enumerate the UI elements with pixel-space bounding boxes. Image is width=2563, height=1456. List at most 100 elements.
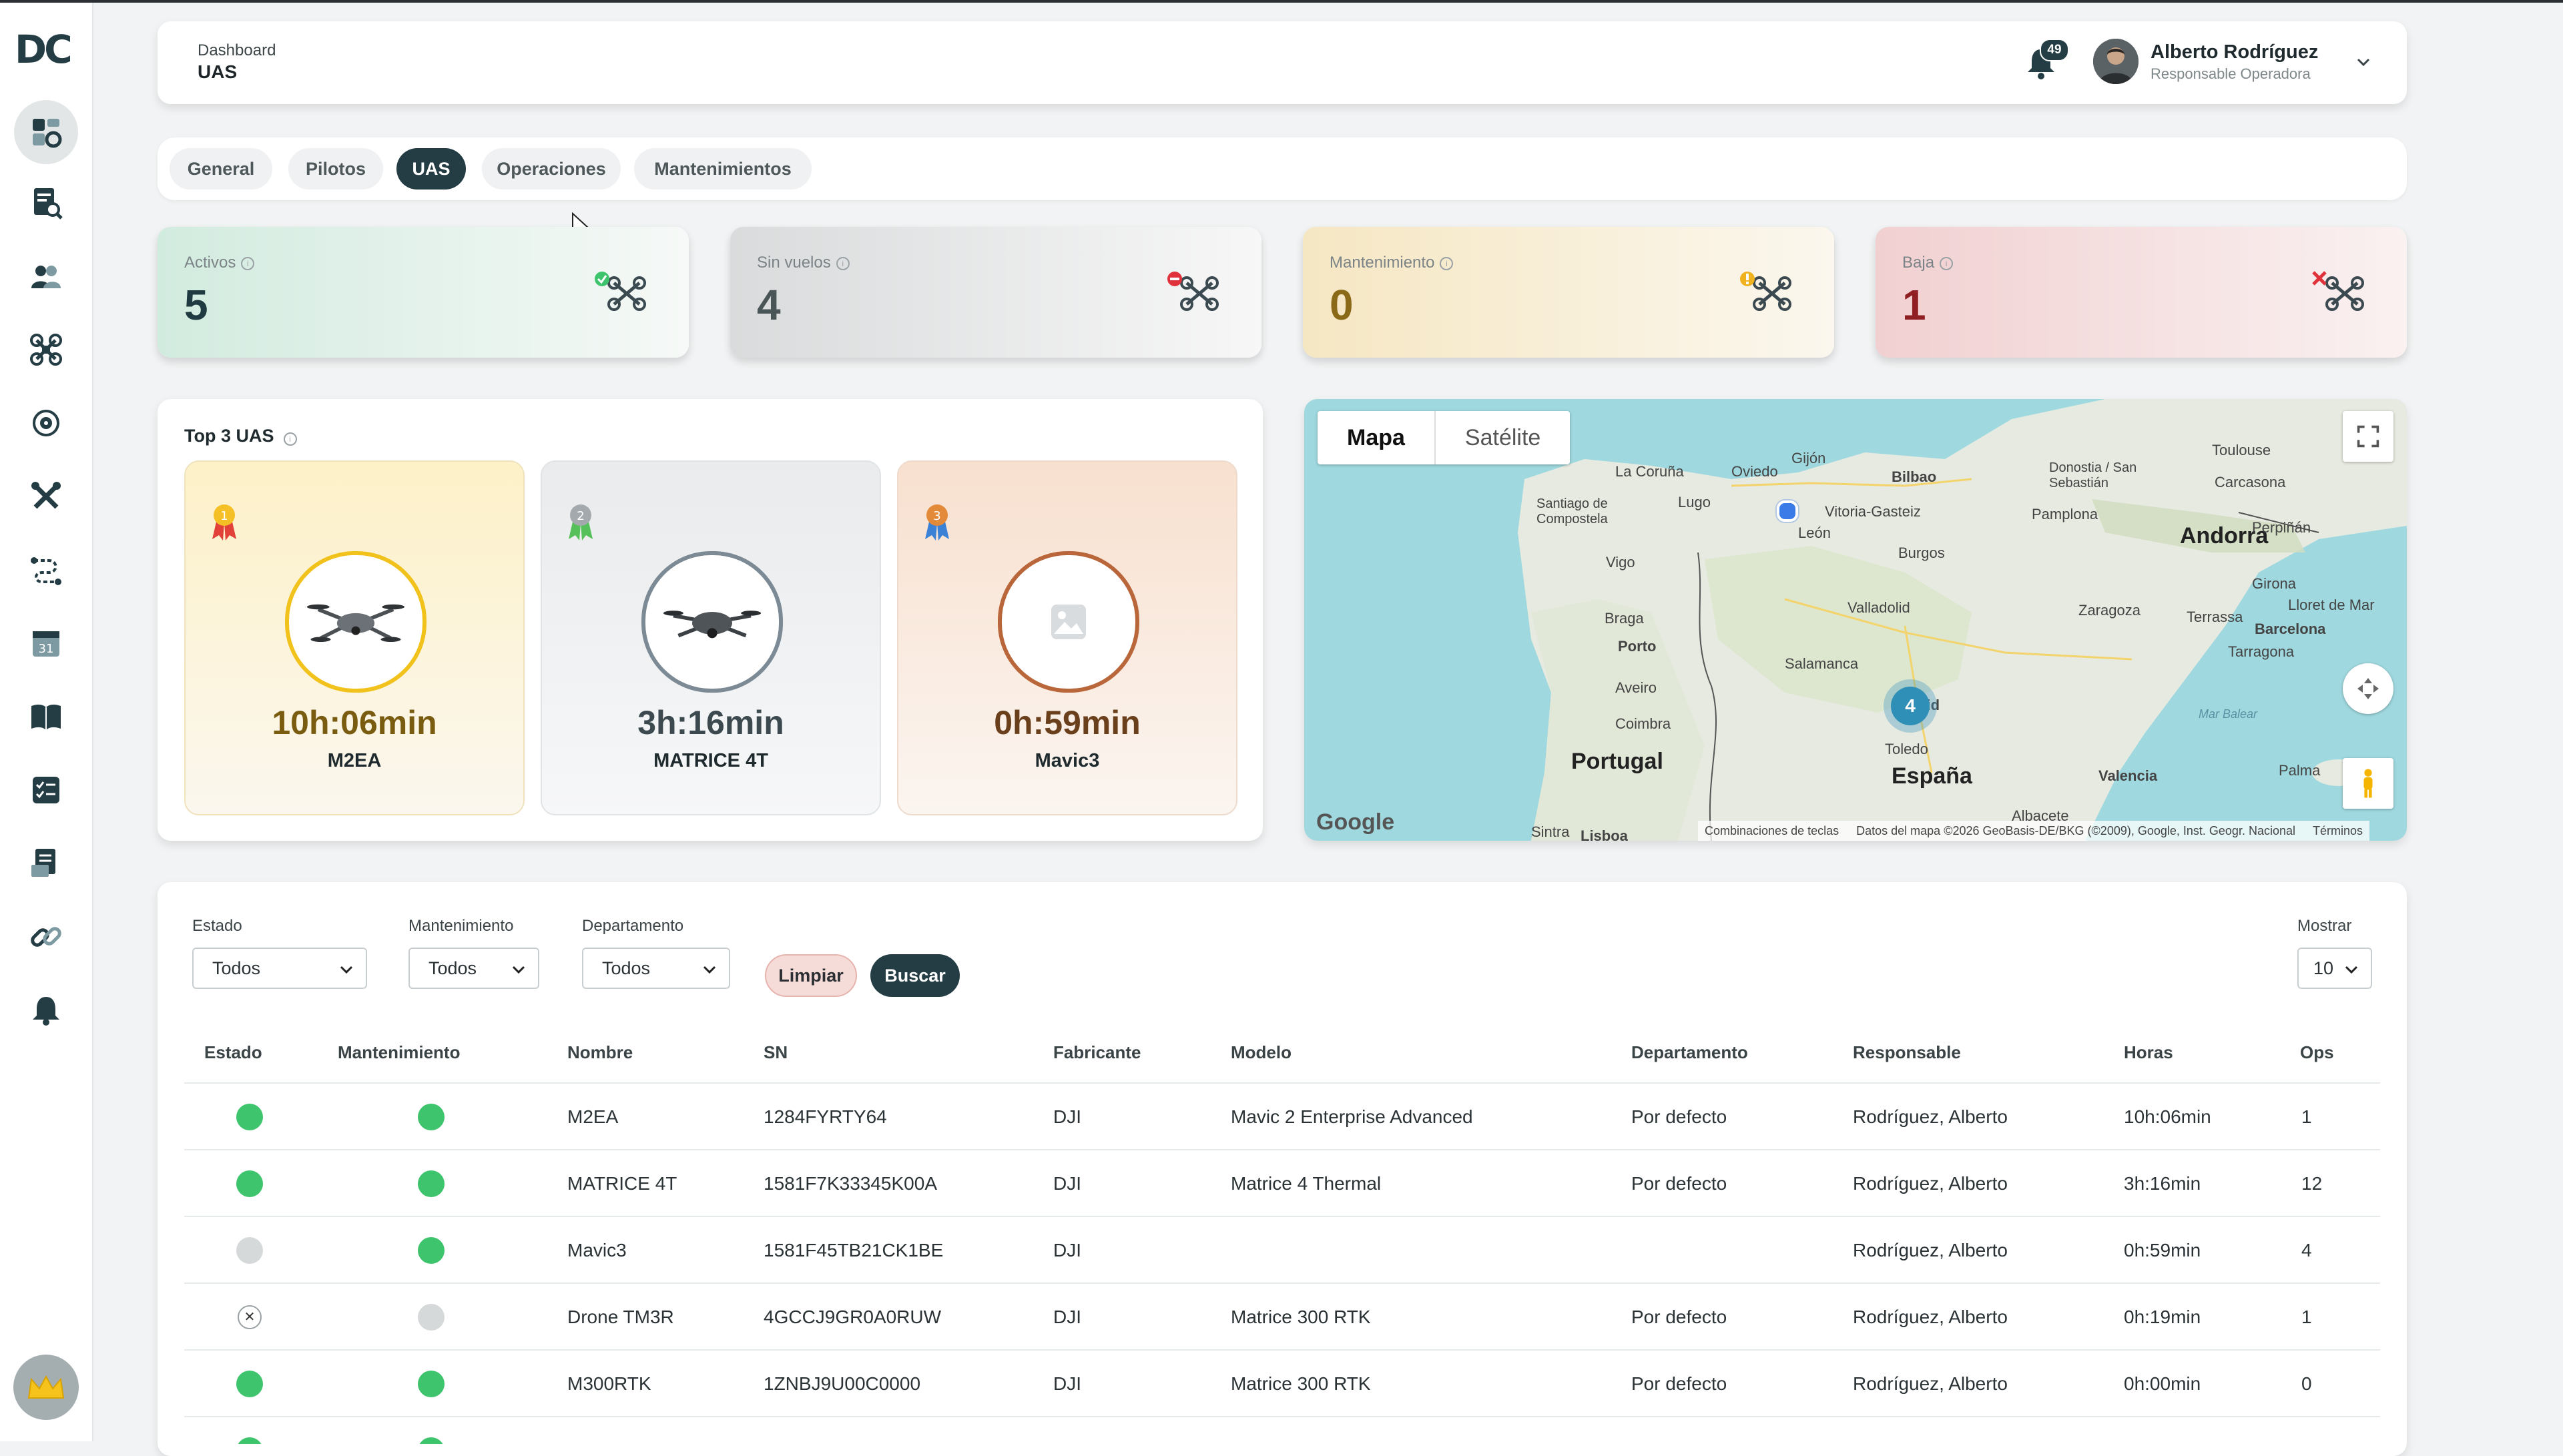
top-header: Dashboard UAS 49 Alberto Rodríguez Respo… bbox=[158, 21, 2407, 104]
table-header: Estado Mantenimiento Nombre SN Fabricant… bbox=[184, 1016, 2380, 1082]
column-header-horas[interactable]: Horas bbox=[2124, 1042, 2173, 1063]
top3-card-3[interactable]: 3 0h:59min Mavic3 bbox=[897, 460, 1237, 815]
filter-departamento-select[interactable]: Todos bbox=[582, 948, 730, 989]
column-header-fabricante[interactable]: Fabricante bbox=[1053, 1042, 1141, 1063]
chevron-down-icon[interactable] bbox=[2353, 52, 2373, 72]
keyboard-shortcuts-link[interactable]: Combinaciones de teclas bbox=[1705, 824, 1839, 838]
column-header-estado[interactable]: Estado bbox=[204, 1042, 262, 1063]
fullscreen-button[interactable] bbox=[2343, 411, 2393, 462]
tab-general[interactable]: General bbox=[170, 148, 272, 190]
column-header-sn[interactable]: SN bbox=[764, 1042, 788, 1063]
document-search-icon bbox=[34, 188, 63, 220]
maintenance-dot-ok bbox=[418, 1104, 445, 1130]
column-header-nombre[interactable]: Nombre bbox=[567, 1042, 633, 1063]
table-row[interactable]: M2EA 1284FYRTY64 DJI Mavic 2 Enterprise … bbox=[184, 1082, 2380, 1150]
select-value: 10 bbox=[2313, 958, 2334, 978]
tab-operaciones[interactable]: Operaciones bbox=[482, 148, 621, 190]
stat-label: Activos i bbox=[184, 254, 255, 272]
cell-nombre: Drone TM3R bbox=[567, 1307, 674, 1327]
select-value: Todos bbox=[429, 958, 477, 978]
map-panel[interactable]: Mapa Satélite Toulouse Gijón La Coruña O… bbox=[1304, 399, 2407, 841]
sidebar-item-reports[interactable] bbox=[23, 841, 69, 886]
stat-card-mantenimiento[interactable]: Mantenimiento i 0 bbox=[1303, 227, 1834, 358]
sidebar-item-pilots[interactable] bbox=[23, 254, 69, 299]
silver-medal-icon: 2 bbox=[569, 504, 593, 540]
stat-card-activos[interactable]: Activos i 5 bbox=[158, 227, 689, 358]
stat-card-baja[interactable]: Baja i 1 bbox=[1876, 227, 2407, 358]
sidebar-item-documents[interactable] bbox=[23, 180, 69, 226]
info-icon[interactable]: i bbox=[836, 256, 850, 270]
tab-mantenimientos[interactable]: Mantenimientos bbox=[634, 148, 812, 190]
column-header-mantenimiento[interactable]: Mantenimiento bbox=[338, 1042, 460, 1063]
avatar[interactable] bbox=[2093, 39, 2139, 84]
page-size-select[interactable]: 10 bbox=[2297, 948, 2372, 989]
column-header-ops[interactable]: Ops bbox=[2300, 1042, 2334, 1063]
gold-medal-icon: 1 bbox=[212, 504, 236, 540]
pan-arrows-icon bbox=[2357, 678, 2379, 699]
stat-label: Mantenimiento i bbox=[1330, 254, 1454, 272]
top3-uas-panel: Top 3 UAS i 1 10h:06min M2EA 2 3h:16min M… bbox=[158, 399, 1263, 841]
route-icon bbox=[31, 557, 61, 585]
filter-mantenimiento-select[interactable]: Todos bbox=[408, 948, 539, 989]
column-header-departamento[interactable]: Departamento bbox=[1631, 1042, 1748, 1063]
map-city-label: Vitoria-Gasteiz bbox=[1825, 503, 1921, 520]
sidebar-item-routes[interactable] bbox=[23, 547, 69, 593]
info-icon[interactable]: i bbox=[283, 432, 297, 446]
top3-card-1[interactable]: 1 10h:06min M2EA bbox=[184, 460, 525, 815]
map-city-label: Braga bbox=[1605, 610, 1644, 627]
drone-active-icon bbox=[595, 272, 646, 311]
map-city-label: Toledo bbox=[1885, 741, 1928, 757]
map-tab-mapa[interactable]: Mapa bbox=[1318, 411, 1434, 464]
sidebar-item-notifications[interactable] bbox=[23, 988, 69, 1033]
sidebar-item-uas[interactable] bbox=[23, 327, 69, 372]
table-row[interactable]: ✕ Drone TM3R 4GCCJ9GR0A0RUW DJI Matrice … bbox=[184, 1283, 2380, 1351]
user-name[interactable]: Alberto Rodríguez bbox=[2151, 41, 2318, 63]
table-row[interactable]: Mavic3 1581F45TB21CK1BE DJI Rodríguez, A… bbox=[184, 1216, 2380, 1284]
terms-link[interactable]: Términos bbox=[2313, 824, 2363, 838]
sidebar-item-checklists[interactable] bbox=[23, 767, 69, 813]
uas-location-marker[interactable] bbox=[1777, 500, 1798, 522]
cell-nombre: M2EA bbox=[567, 1106, 619, 1127]
plan-crown-button[interactable] bbox=[13, 1355, 79, 1420]
sidebar-item-operations[interactable] bbox=[23, 400, 69, 446]
top3-name: M2EA bbox=[327, 750, 382, 771]
map-tab-satelite[interactable]: Satélite bbox=[1436, 411, 1570, 464]
cell-ops: 1 bbox=[2301, 1106, 2312, 1127]
sidebar-item-calendar[interactable]: 31 bbox=[23, 621, 69, 666]
cell-horas: 0h:00min bbox=[2124, 1373, 2201, 1394]
search-button[interactable]: Buscar bbox=[870, 954, 960, 997]
map-cluster-marker[interactable]: 4 bbox=[1884, 679, 1937, 733]
column-header-responsable[interactable]: Responsable bbox=[1853, 1042, 1961, 1063]
map-city-label: Lugo bbox=[1678, 494, 1711, 510]
cell-departamento: Por defecto bbox=[1631, 1173, 1727, 1194]
tab-uas[interactable]: UAS bbox=[396, 148, 466, 190]
map-city-label: Burgos bbox=[1898, 544, 1945, 561]
map-city-label: Barcelona bbox=[2255, 621, 2326, 637]
clear-filters-button[interactable]: Limpiar bbox=[765, 954, 857, 997]
cell-sn: 1284FYRTY64 bbox=[764, 1106, 887, 1127]
street-view-button[interactable] bbox=[2343, 758, 2393, 809]
info-icon[interactable]: i bbox=[241, 256, 255, 270]
dc-logo[interactable]: DC bbox=[15, 27, 76, 72]
cell-responsable: Rodríguez, Alberto bbox=[1853, 1307, 2008, 1327]
cell-modelo: Mavic 2 Enterprise Advanced bbox=[1231, 1106, 1473, 1127]
column-header-modelo[interactable]: Modelo bbox=[1231, 1042, 1292, 1063]
book-icon bbox=[31, 704, 61, 730]
table-row[interactable]: MATRICE 4T 1581F7K33345K00A DJI Matrice … bbox=[184, 1149, 2380, 1217]
top3-card-2[interactable]: 2 3h:16min MATRICE 4T bbox=[541, 460, 881, 815]
sidebar-item-maintenance[interactable] bbox=[23, 474, 69, 519]
breadcrumb-parent[interactable]: Dashboard bbox=[198, 41, 276, 60]
tab-pilotos[interactable]: Pilotos bbox=[288, 148, 383, 190]
filter-estado-select[interactable]: Todos bbox=[192, 948, 367, 989]
table-row[interactable]: M300RTK 1ZNBJ9U00C0000 DJI Matrice 300 R… bbox=[184, 1349, 2380, 1417]
table-row-partial[interactable] bbox=[184, 1416, 2380, 1444]
info-icon[interactable]: i bbox=[1440, 256, 1454, 270]
stat-card-sin-vuelos[interactable]: Sin vuelos i 4 bbox=[730, 227, 1261, 358]
map-city-label: Lloret de Mar bbox=[2288, 597, 2375, 613]
map-pan-control[interactable] bbox=[2343, 663, 2393, 714]
sidebar-item-dashboard[interactable] bbox=[14, 100, 78, 164]
sidebar-item-links[interactable] bbox=[23, 914, 69, 960]
info-icon[interactable]: i bbox=[1940, 256, 1954, 270]
sidebar-item-logbook[interactable] bbox=[23, 694, 69, 739]
pilots-icon bbox=[31, 266, 61, 288]
